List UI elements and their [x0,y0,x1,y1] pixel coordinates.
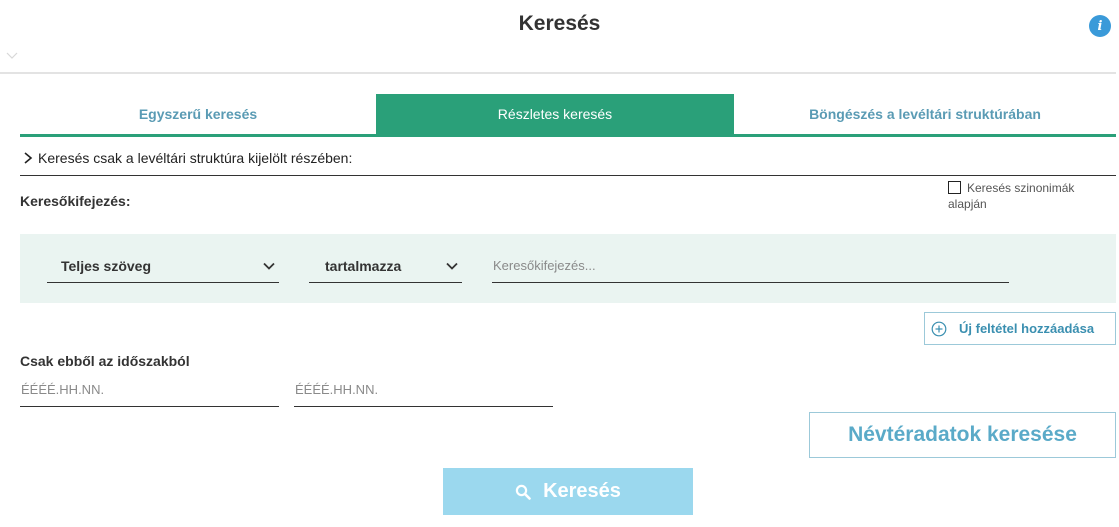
page-title: Keresés [518,12,601,35]
namespace-search-button[interactable]: Névtéradatok keresése [809,412,1116,458]
expression-label: Keresőkifejezés: [20,193,131,209]
operator-select[interactable]: tartalmazza [309,249,462,283]
header-divider [0,72,1116,74]
tab-detailed-search[interactable]: Részletes keresés [376,94,734,134]
scope-toggle[interactable]: Keresés csak a levéltári struktúra kijel… [20,140,1116,176]
scope-label: Keresés csak a levéltári struktúra kijel… [38,149,353,166]
info-icon[interactable]: i [1089,15,1111,37]
chevron-down-icon[interactable] [6,50,18,60]
date-from-input[interactable] [20,373,279,407]
search-button-label: Keresés [543,480,621,502]
date-to-input[interactable] [294,373,553,407]
tab-underline [20,134,1116,137]
tab-simple-search[interactable]: Egyszerű keresés [20,94,376,134]
search-expression-input[interactable] [492,249,1009,283]
tab-browse-structure[interactable]: Böngészés a levéltári struktúrában [734,94,1116,134]
synonym-checkbox[interactable] [948,181,961,194]
add-condition-label: Új feltétel hozzáadása [959,321,1095,336]
field-select[interactable]: Teljes szöveg [47,249,279,283]
add-condition-button[interactable]: Új feltétel hozzáadása [924,312,1116,345]
chevron-down-icon [263,262,275,270]
synonym-option[interactable]: Keresés szinonimák alapján [948,180,1108,212]
plus-circle-icon [931,321,947,336]
period-label: Csak ebből az időszakból [20,353,190,369]
field-select-value: Teljes szöveg [61,257,152,274]
chevron-down-icon [446,262,458,270]
search-button[interactable]: Keresés [443,468,693,515]
chevron-right-icon [24,151,33,164]
synonym-label: Keresés szinonimák alapján [948,181,1075,211]
search-icon [515,484,531,500]
operator-select-value: tartalmazza [325,257,402,274]
